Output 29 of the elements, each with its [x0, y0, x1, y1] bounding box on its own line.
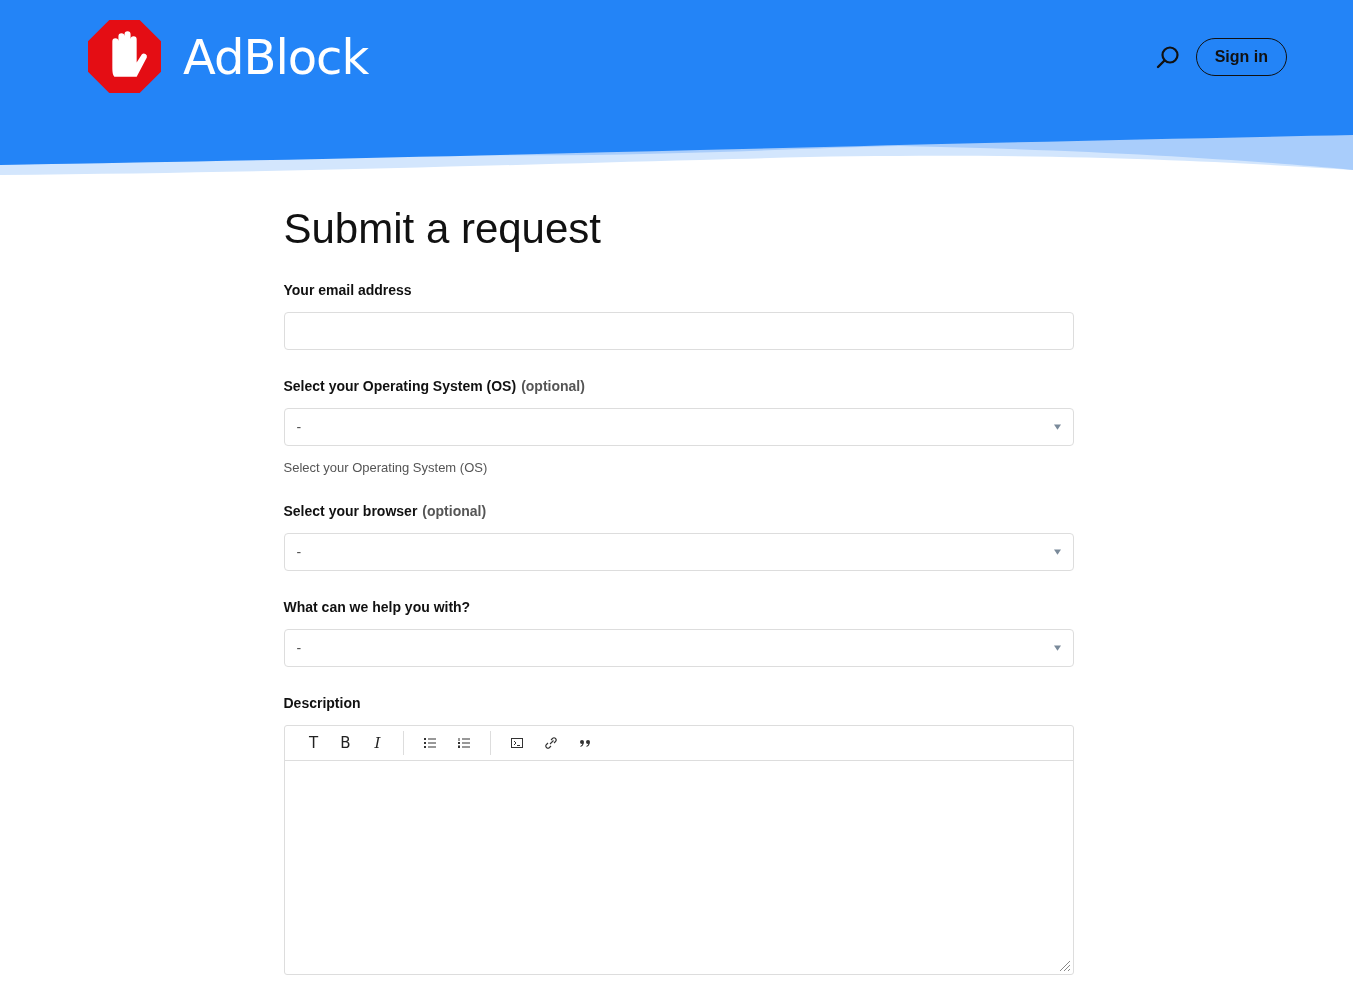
bulleted-list-icon[interactable] — [423, 737, 436, 750]
select-field[interactable]: - — [283, 408, 1074, 447]
caret-icon — [1053, 645, 1061, 652]
resize-handle-icon[interactable] — [1058, 960, 1071, 973]
field-label: Your email address — [283, 282, 412, 299]
code-block-icon[interactable] — [510, 737, 523, 750]
caret-icon — [1053, 424, 1061, 431]
stop-hand-logo-icon[interactable] — [88, 20, 161, 93]
link-icon[interactable] — [544, 737, 557, 750]
description-editor[interactable]: T B I — [283, 725, 1074, 976]
optional-note: (optional) — [521, 378, 585, 395]
brand-name[interactable]: AdBlock — [183, 28, 369, 85]
page-title: Submit a request — [283, 206, 602, 253]
optional-note: (optional) — [422, 503, 487, 520]
text-style-button[interactable]: T — [298, 734, 329, 753]
field-label: Select your browser — [283, 503, 418, 520]
field-label: What can we help you with? — [283, 599, 471, 616]
field-label: Description — [283, 695, 361, 712]
search-icon[interactable] — [1155, 44, 1180, 69]
field-label: Select your Operating System (OS) — [283, 378, 517, 395]
italic-button[interactable]: I — [362, 734, 393, 753]
bold-button[interactable]: B — [330, 734, 361, 753]
field-hint: Select your Operating System (OS) — [283, 460, 489, 476]
numbered-list-icon[interactable] — [457, 737, 470, 750]
select-field[interactable]: - — [283, 533, 1074, 572]
caret-icon — [1053, 549, 1061, 556]
select-field[interactable]: - — [283, 629, 1074, 668]
quote-icon[interactable] — [578, 737, 591, 750]
email-field[interactable] — [283, 312, 1074, 351]
